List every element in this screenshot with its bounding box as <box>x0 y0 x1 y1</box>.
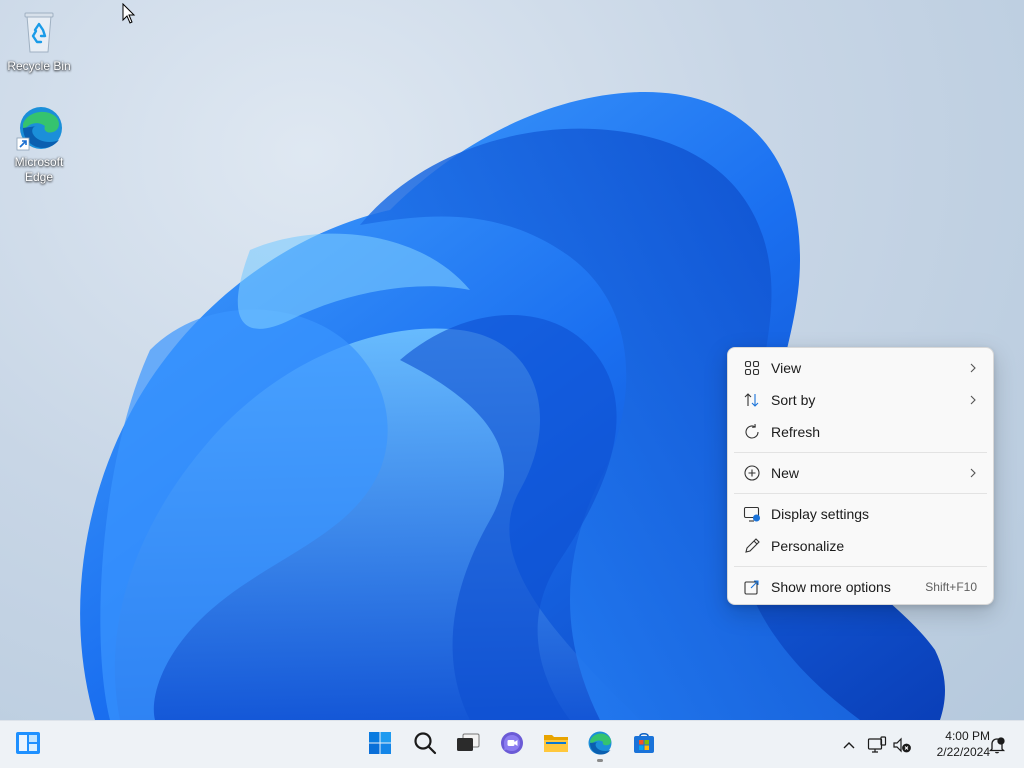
menu-item-label: Display settings <box>771 506 870 522</box>
active-app-indicator <box>597 759 603 762</box>
menu-item-label: Personalize <box>771 538 845 554</box>
menu-item-label: Refresh <box>771 424 821 440</box>
chevron-right-icon <box>967 362 979 374</box>
menu-item-show-more-options[interactable]: Show more options Shift+F10 <box>728 571 993 603</box>
menu-item-display-settings[interactable]: Display settings <box>728 498 993 530</box>
taskbar-file-explorer-button[interactable] <box>538 727 574 763</box>
edge-icon <box>15 104 63 152</box>
menu-item-shortcut: Shift+F10 <box>925 580 977 594</box>
edge-icon <box>587 730 613 761</box>
search-icon <box>413 731 437 760</box>
folder-icon <box>543 732 569 759</box>
desktop-context-menu: View Sort by Refresh New Display setting… <box>727 347 994 605</box>
menu-item-new[interactable]: New <box>728 457 993 489</box>
teams-chat-icon <box>499 730 525 761</box>
menu-item-label: Sort by <box>771 392 816 408</box>
network-icon[interactable] <box>865 733 889 757</box>
mouse-cursor-icon <box>122 3 136 24</box>
menu-item-view[interactable]: View <box>728 352 993 384</box>
taskbar-task-view-button[interactable] <box>450 727 486 763</box>
menu-item-label: New <box>771 465 800 481</box>
menu-separator <box>734 493 987 494</box>
tray-overflow-chevron-up-icon[interactable] <box>837 733 861 757</box>
menu-item-label: View <box>771 360 802 376</box>
notifications-icon[interactable] <box>985 733 1009 757</box>
display-settings-icon <box>742 504 762 524</box>
chevron-right-icon <box>967 394 979 406</box>
menu-item-personalize[interactable]: Personalize <box>728 530 993 562</box>
widgets-icon <box>15 731 41 760</box>
menu-separator <box>734 566 987 567</box>
taskbar-start-button[interactable] <box>362 727 398 763</box>
taskbar-clock[interactable]: 4:00 PM 2/22/2024 <box>918 728 990 760</box>
menu-item-label: Show more options <box>771 579 891 595</box>
taskbar-search-button[interactable] <box>407 727 443 763</box>
grid-view-icon <box>742 358 762 378</box>
taskbar-chat-button[interactable] <box>494 727 530 763</box>
clock-date: 2/22/2024 <box>936 745 990 759</box>
chevron-right-icon <box>967 467 979 479</box>
desktop-icon-label: Microsoft Edge <box>14 155 64 184</box>
menu-item-sort-by[interactable]: Sort by <box>728 384 993 416</box>
taskbar-edge-button[interactable] <box>582 727 618 763</box>
pen-icon <box>742 536 762 556</box>
desktop-icon-microsoft-edge[interactable]: Microsoft Edge <box>4 104 74 185</box>
taskbar: 4:00 PM 2/22/2024 <box>0 720 1024 768</box>
desktop-icon-recycle-bin[interactable]: Recycle Bin <box>4 8 74 74</box>
recycle-bin-icon <box>15 8 63 56</box>
taskbar-widgets-button[interactable] <box>10 727 46 763</box>
share-more-icon <box>742 577 762 597</box>
desktop-icon-label: Recycle Bin <box>7 59 71 73</box>
task-view-icon <box>455 732 481 759</box>
sort-icon <box>742 390 762 410</box>
store-icon <box>632 731 656 760</box>
clock-time: 4:00 PM <box>945 729 990 743</box>
plus-circle-icon <box>742 463 762 483</box>
windows-start-icon <box>368 731 392 760</box>
volume-muted-icon[interactable] <box>890 733 914 757</box>
taskbar-store-button[interactable] <box>626 727 662 763</box>
menu-item-refresh[interactable]: Refresh <box>728 416 993 448</box>
menu-separator <box>734 452 987 453</box>
refresh-icon <box>742 422 762 442</box>
